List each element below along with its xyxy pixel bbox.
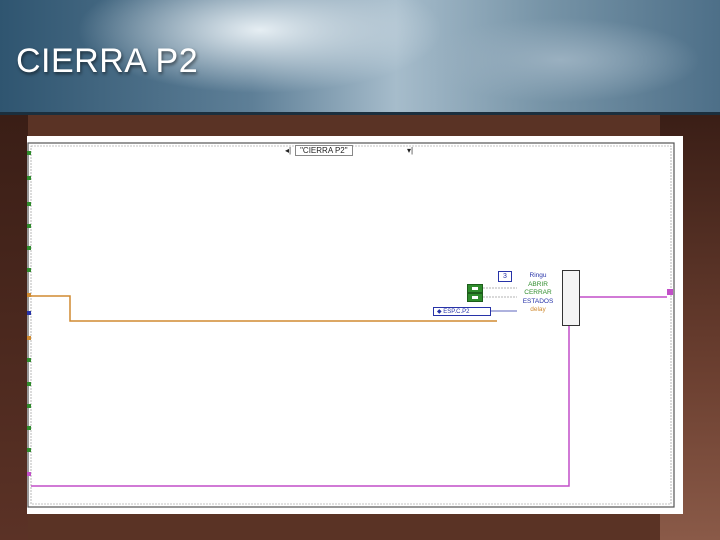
numeric-constant: 3 bbox=[498, 271, 512, 282]
case-next-arrow[interactable]: ▾| bbox=[407, 145, 413, 157]
case-selector[interactable]: ◂| "CIERRA P2" bbox=[285, 145, 353, 157]
case-selector-label: "CIERRA P2" bbox=[295, 145, 353, 156]
bundle-field-3: ESTADOS bbox=[522, 297, 554, 305]
enum-constant-label: ESP.C.P2 bbox=[443, 309, 470, 315]
bool-constant-false bbox=[467, 293, 483, 302]
case-prev-arrow[interactable]: ◂| bbox=[285, 146, 291, 155]
slide-banner: CIERRA P2 bbox=[0, 0, 720, 112]
bundle-field-2: CERRAR bbox=[524, 289, 552, 297]
slide-title: CIERRA P2 bbox=[16, 42, 199, 80]
diagram-wires bbox=[27, 142, 675, 508]
pink-wire-in bbox=[31, 324, 570, 487]
bundle-by-name: Ringu ABRIR CERRAR ESTADOS delay bbox=[512, 272, 564, 322]
bool-constant-true bbox=[467, 284, 483, 293]
bundle-node bbox=[562, 270, 580, 326]
right-tunnel-cluster bbox=[667, 289, 673, 295]
banner-divider bbox=[0, 112, 720, 115]
enum-constant: ◆ ESP.C.P2 bbox=[433, 307, 491, 316]
orange-wire bbox=[31, 295, 497, 322]
block-diagram: ◂| "CIERRA P2" ▾| 3 ◆ ESP.C.P2 Ringu ABRI… bbox=[27, 136, 683, 514]
background-left bbox=[0, 115, 28, 540]
bundle-field-4: delay bbox=[530, 306, 546, 314]
bundle-field-0: Ringu bbox=[529, 272, 547, 279]
bundle-field-1: ABRIR bbox=[528, 280, 548, 288]
